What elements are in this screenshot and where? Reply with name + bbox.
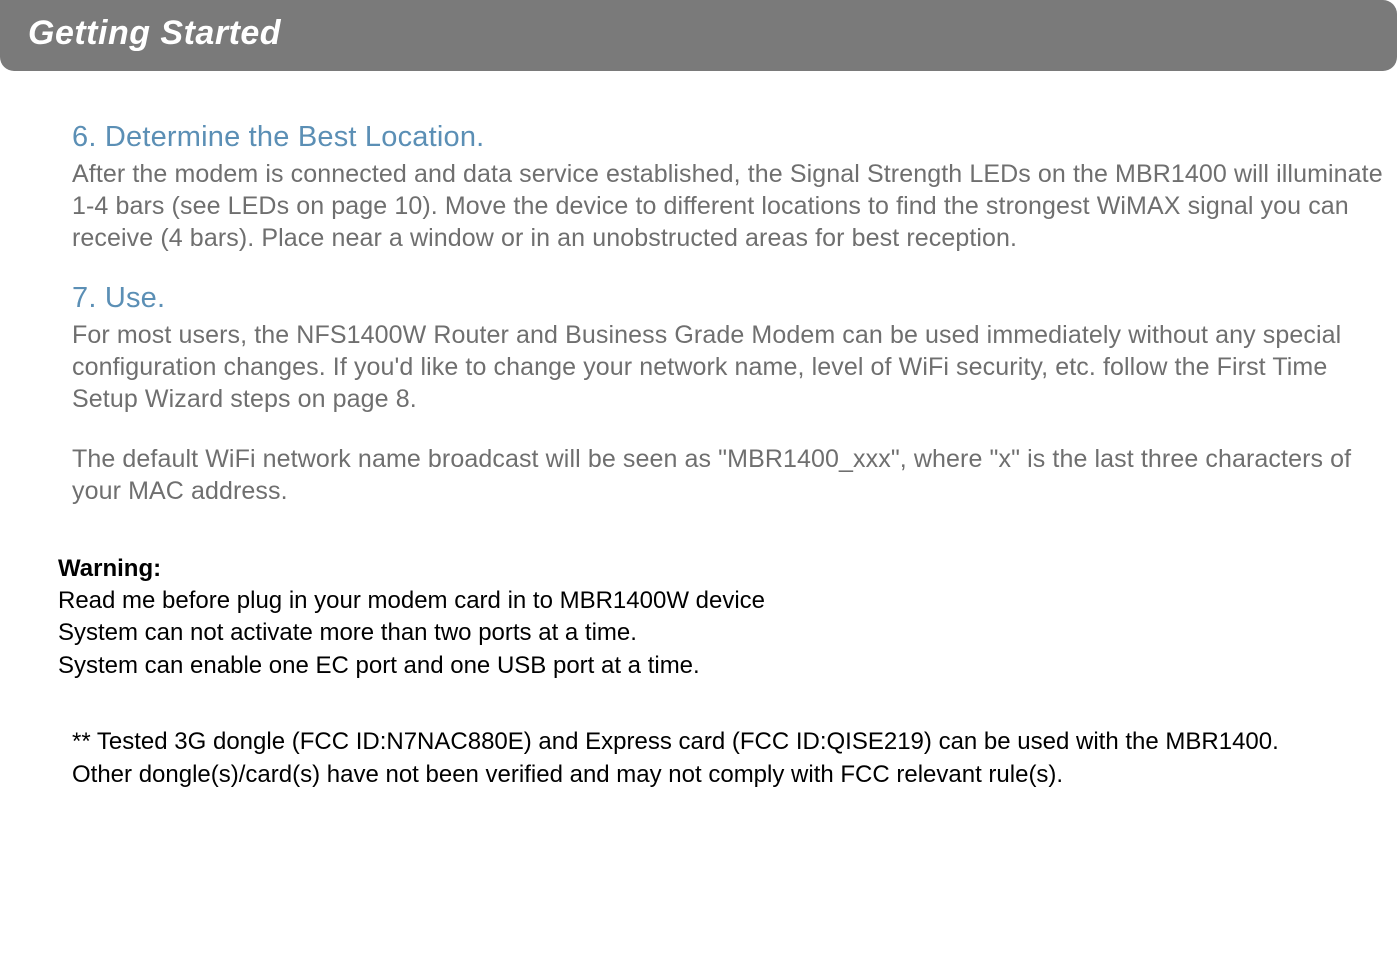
warning-line-2: System can not activate more than two po… — [58, 617, 1357, 649]
step-6-heading: 6. Determine the Best Location. — [72, 121, 1387, 154]
footnote-text: ** Tested 3G dongle (FCC ID:N7NAC880E) a… — [72, 726, 1337, 791]
warning-line-3: System can enable one EC port and one US… — [58, 650, 1357, 682]
step-7-body: For most users, the NFS1400W Router and … — [72, 319, 1387, 415]
content-area: 6. Determine the Best Location. After th… — [0, 121, 1397, 507]
page-header: Getting Started — [0, 0, 1397, 71]
step-7-heading: 7. Use. — [72, 282, 1387, 315]
warning-line-1: Read me before plug in your modem card i… — [58, 585, 1357, 617]
footnote-block: ** Tested 3G dongle (FCC ID:N7NAC880E) a… — [0, 726, 1397, 791]
warning-block: Warning: Read me before plug in your mod… — [0, 555, 1397, 682]
step-7: 7. Use. For most users, the NFS1400W Rou… — [72, 282, 1387, 507]
step-7-extra: The default WiFi network name broadcast … — [72, 443, 1387, 507]
step-6-body: After the modem is connected and data se… — [72, 158, 1387, 254]
step-6: 6. Determine the Best Location. After th… — [72, 121, 1387, 254]
warning-title: Warning: — [58, 555, 1357, 583]
page-header-title: Getting Started — [28, 14, 281, 52]
